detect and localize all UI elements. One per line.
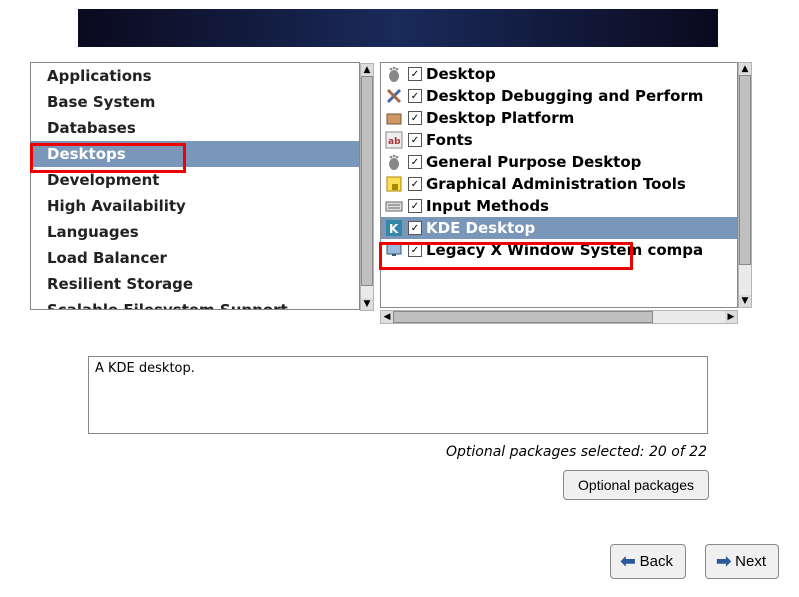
scroll-down-icon[interactable]: ▼ — [739, 295, 751, 307]
keyboard-icon — [384, 196, 404, 216]
checkbox[interactable]: ✓ — [408, 177, 422, 191]
package-label: General Purpose Desktop — [426, 153, 641, 171]
svg-text:K: K — [389, 222, 399, 236]
category-item[interactable]: High Availability — [31, 193, 359, 219]
package-item[interactable]: ab ✓ Fonts — [381, 129, 737, 151]
monitor-icon — [384, 240, 404, 260]
package-vscroll[interactable]: ▲ ▼ — [738, 62, 752, 308]
package-item[interactable]: ✓ Input Methods — [381, 195, 737, 217]
font-icon: ab — [384, 130, 404, 150]
box-icon — [384, 108, 404, 128]
next-label: Next — [735, 553, 766, 570]
svg-text:ab: ab — [388, 137, 401, 147]
tools-icon — [384, 86, 404, 106]
foot-icon — [384, 64, 404, 84]
package-label: Graphical Administration Tools — [426, 175, 686, 193]
description-box: A KDE desktop. — [88, 356, 708, 434]
checkbox[interactable]: ✓ — [408, 243, 422, 257]
checkbox[interactable]: ✓ — [408, 89, 422, 103]
category-item[interactable]: Scalable Filesystem Support — [31, 297, 359, 309]
package-item[interactable]: ✓ Graphical Administration Tools — [381, 173, 737, 195]
package-label: Fonts — [426, 131, 473, 149]
category-item[interactable]: Development — [31, 167, 359, 193]
category-list[interactable]: ApplicationsBase SystemDatabasesDesktops… — [31, 63, 359, 309]
checkbox[interactable]: ✓ — [408, 67, 422, 81]
scroll-up-icon[interactable]: ▲ — [361, 64, 373, 76]
package-item[interactable]: ✓ Desktop Platform — [381, 107, 737, 129]
package-hscroll[interactable]: ◀ ▶ — [380, 310, 738, 324]
package-label: Desktop Platform — [426, 109, 574, 127]
scroll-thumb[interactable] — [739, 75, 751, 265]
checkbox[interactable]: ✓ — [408, 155, 422, 169]
category-item[interactable]: Resilient Storage — [31, 271, 359, 297]
optional-packages-button[interactable]: Optional packages — [563, 470, 709, 500]
category-item[interactable]: Applications — [31, 63, 359, 89]
checkbox[interactable]: ✓ — [408, 221, 422, 235]
checkbox[interactable]: ✓ — [408, 111, 422, 125]
category-item[interactable]: Load Balancer — [31, 245, 359, 271]
package-label: Desktop — [426, 65, 496, 83]
package-label: Desktop Debugging and Perform — [426, 87, 703, 105]
foot-icon — [384, 152, 404, 172]
category-scrollbar[interactable]: ▲ ▼ — [360, 63, 374, 311]
arrow-left-icon: ⬅ — [621, 551, 636, 572]
package-label: KDE Desktop — [426, 219, 535, 237]
category-item[interactable]: Base System — [31, 89, 359, 115]
scroll-thumb[interactable] — [393, 311, 653, 323]
package-panel: ✓ Desktop ✓ Desktop Debugging and Perform ✓ D… — [380, 62, 738, 308]
arrow-right-icon: ➡ — [716, 551, 731, 572]
checkbox[interactable]: ✓ — [408, 133, 422, 147]
package-item[interactable]: ✓ Legacy X Window System compa — [381, 239, 737, 261]
scroll-up-icon[interactable]: ▲ — [739, 63, 751, 75]
category-item[interactable]: Databases — [31, 115, 359, 141]
category-item[interactable]: Languages — [31, 219, 359, 245]
scroll-left-icon[interactable]: ◀ — [381, 311, 393, 323]
scroll-thumb[interactable] — [361, 76, 373, 286]
category-item[interactable]: Desktops — [31, 141, 359, 167]
banner-header — [78, 9, 718, 47]
package-list[interactable]: ✓ Desktop ✓ Desktop Debugging and Perform ✓ D… — [381, 63, 737, 307]
checkbox[interactable]: ✓ — [408, 199, 422, 213]
category-panel: ApplicationsBase SystemDatabasesDesktops… — [30, 62, 360, 310]
package-item[interactable]: ✓ Desktop — [381, 63, 737, 85]
package-item[interactable]: ✓ General Purpose Desktop — [381, 151, 737, 173]
scroll-right-icon[interactable]: ▶ — [725, 311, 737, 323]
package-label: Legacy X Window System compa — [426, 241, 703, 259]
next-button[interactable]: ➡ Next — [705, 544, 779, 579]
status-text: Optional packages selected: 20 of 22 — [446, 444, 707, 460]
package-item[interactable]: ✓ Desktop Debugging and Perform — [381, 85, 737, 107]
back-label: Back — [640, 553, 673, 570]
package-label: Input Methods — [426, 197, 549, 215]
scroll-down-icon[interactable]: ▼ — [361, 298, 373, 310]
package-item[interactable]: K ✓ KDE Desktop — [381, 217, 737, 239]
lock-icon — [384, 174, 404, 194]
kde-icon: K — [384, 218, 404, 238]
back-button[interactable]: ⬅ Back — [610, 544, 686, 579]
